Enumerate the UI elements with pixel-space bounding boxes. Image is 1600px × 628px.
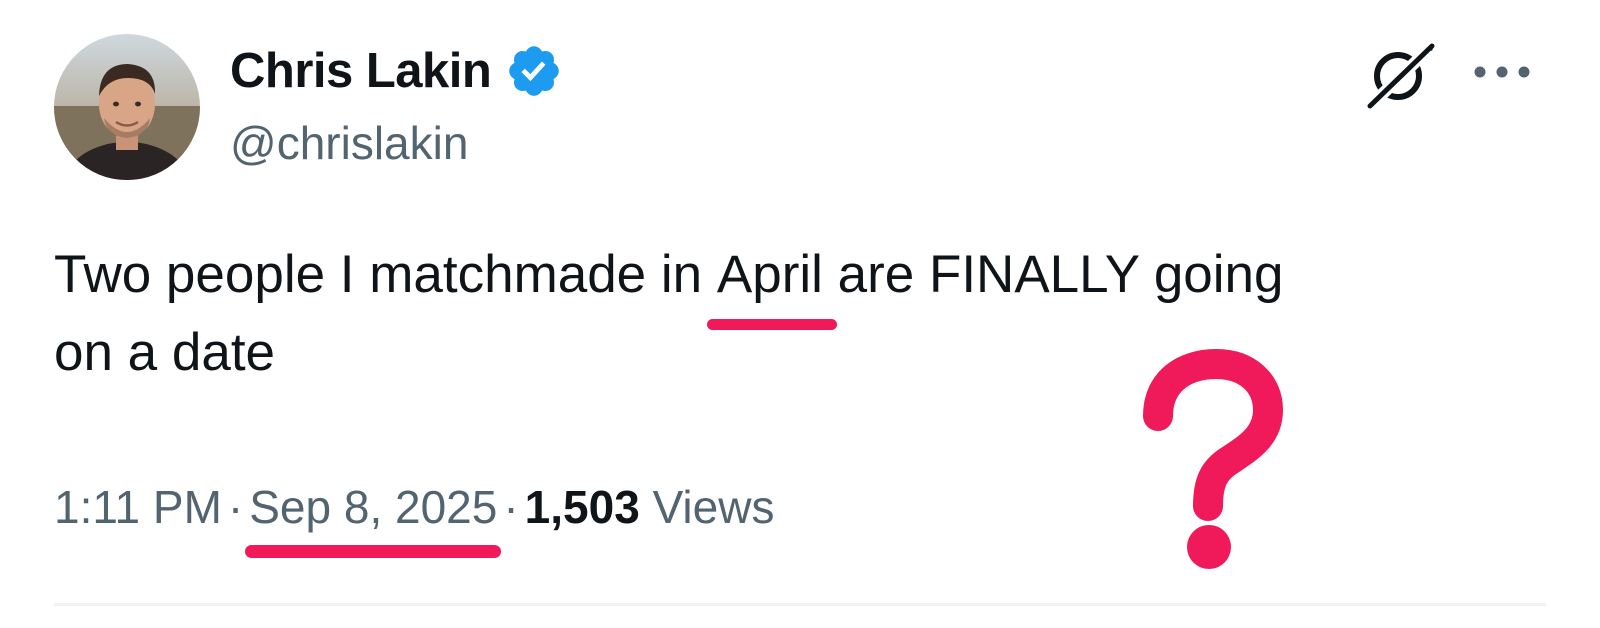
tweet-meta: 1:11 PM · Sep 8, 2025 · 1,503 Views	[54, 476, 775, 558]
profile-photo-icon	[54, 34, 200, 180]
avatar[interactable]	[54, 34, 200, 180]
tweet-text-part-2: are FINALLY going	[822, 245, 1284, 304]
author-name-row: Chris Lakin	[230, 40, 563, 102]
highlight-april: April	[706, 236, 837, 330]
bottom-divider	[54, 603, 1546, 606]
highlight-underline	[706, 319, 837, 330]
highlight-word: April	[716, 245, 823, 304]
author-handle[interactable]: @chrislakin	[230, 116, 468, 170]
more-options-icon[interactable]	[1470, 58, 1534, 86]
question-mark-icon	[1108, 330, 1318, 585]
views-count: 1,503	[524, 481, 640, 533]
tweet-time[interactable]: 1:11 PM	[54, 481, 222, 533]
author-display-name[interactable]: Chris Lakin	[230, 43, 492, 99]
meta-separator: ·	[503, 481, 519, 533]
tweet-card: Chris Lakin @chrislakin Two people I mat…	[0, 0, 1600, 628]
tweet-text-line-1: Two people I matchmade in April are FINA…	[54, 236, 1544, 330]
meta-separator: ·	[227, 481, 244, 533]
tweet-text-part-1: Two people I matchmade in	[54, 245, 717, 304]
views-label: Views	[652, 481, 775, 533]
verified-badge-icon	[505, 42, 563, 100]
grok-icon[interactable]	[1362, 38, 1438, 110]
tweet-text: Two people I matchmade in April are FINA…	[54, 236, 1544, 392]
tweet-date[interactable]: Sep 8, 2025	[249, 481, 497, 533]
tweet-date-wrap: Sep 8, 2025	[245, 476, 502, 558]
date-underline	[245, 545, 502, 558]
